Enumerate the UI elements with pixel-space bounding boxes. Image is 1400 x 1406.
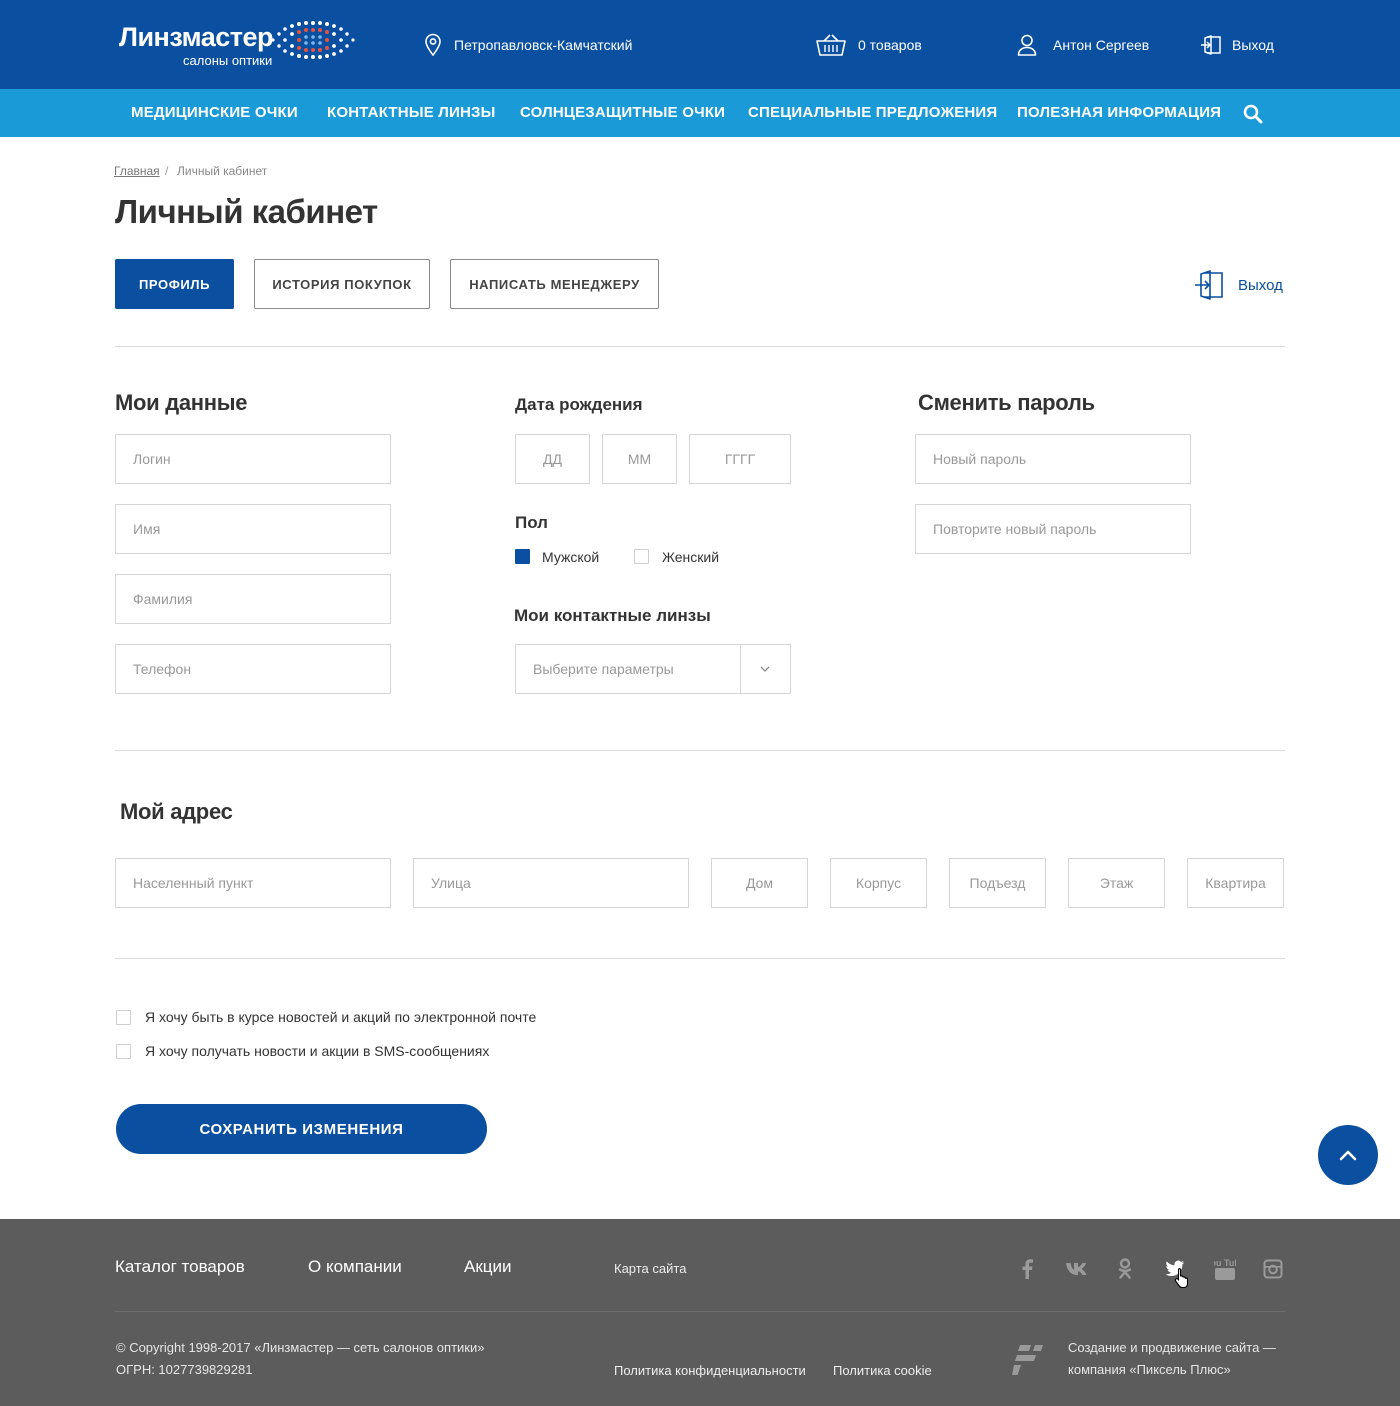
birth-year-input[interactable]: [689, 434, 791, 484]
lenses-params-select[interactable]: Выберите параметры: [515, 644, 791, 694]
footer-developer-line2[interactable]: компания «Пиксель Плюс»: [1068, 1359, 1231, 1381]
repeat-password-input[interactable]: [915, 504, 1191, 554]
logo[interactable]: Линзмастер салоны оптики: [119, 20, 364, 68]
nav-sunglasses[interactable]: СОЛНЦЕЗАЩИТНЫЕ ОЧКИ: [520, 89, 725, 137]
user-profile-link[interactable]: Антон Сергеев: [1017, 0, 1149, 89]
logo-name: Линзмастер: [119, 22, 273, 52]
nav-useful-info[interactable]: ПОЛЕЗНАЯ ИНФОРМАЦИЯ: [1017, 89, 1221, 137]
chevron-up-icon: [1339, 1150, 1357, 1161]
nav-special-offers[interactable]: СПЕЦИАЛЬНЫЕ ПРЕДЛОЖЕНИЯ: [748, 89, 997, 137]
svg-text:You Tube: You Tube: [1214, 1258, 1236, 1268]
address-floor-input[interactable]: [1068, 858, 1165, 908]
odnoklassniki-icon[interactable]: [1114, 1258, 1136, 1280]
divider: [115, 750, 1285, 751]
page-title: Личный кабинет: [115, 193, 378, 230]
birth-date-title: Дата рождения: [515, 395, 643, 414]
address-city-input[interactable]: [115, 858, 391, 908]
logo-subtitle: салоны оптики: [183, 53, 273, 68]
login-input[interactable]: [115, 434, 391, 484]
instagram-icon[interactable]: [1262, 1258, 1284, 1280]
cart-link[interactable]: 0 товаров: [816, 0, 922, 89]
save-changes-button[interactable]: СОХРАНИТЬ ИЗМЕНЕНИЯ: [116, 1104, 487, 1154]
footer-promo-link[interactable]: Акции: [464, 1257, 512, 1277]
sms-subscription-label[interactable]: Я хочу получать новости и акции в SMS-со…: [145, 1043, 489, 1059]
gender-title: Пол: [515, 513, 548, 532]
nav-medical-glasses[interactable]: МЕДИЦИНСКИЕ ОЧКИ: [131, 89, 298, 137]
gender-male-label[interactable]: Мужской: [542, 549, 599, 565]
phone-input[interactable]: [115, 644, 391, 694]
page-logout-link[interactable]: Выход: [1194, 268, 1283, 302]
new-password-input[interactable]: [915, 434, 1191, 484]
address-building-input[interactable]: [830, 858, 927, 908]
breadcrumb-home[interactable]: Главная: [114, 164, 160, 178]
address-street-input[interactable]: [413, 858, 689, 908]
header-logout-link[interactable]: Выход: [1200, 0, 1274, 89]
location-pin-icon: [425, 33, 441, 56]
footer-privacy-link[interactable]: Политика конфиденциальности: [614, 1363, 806, 1378]
divider: [115, 346, 1285, 347]
footer: Каталог товаров О компании Акции Карта с…: [0, 1219, 1400, 1406]
email-subscription-label[interactable]: Я хочу быть в курсе новостей и акций по …: [145, 1009, 536, 1025]
lenses-select-placeholder: Выберите параметры: [533, 661, 674, 677]
logout-icon: [1201, 34, 1221, 55]
select-separator: [740, 645, 741, 693]
gender-male-checkbox[interactable]: [515, 549, 530, 564]
logo-eye-icon: [271, 21, 355, 59]
page-logout-label: Выход: [1238, 276, 1283, 294]
city-name: Петропавловск-Камчатский: [454, 36, 633, 53]
breadcrumb-current: Личный кабинет: [177, 164, 268, 178]
search-icon[interactable]: [1243, 104, 1263, 124]
footer-cookie-link[interactable]: Политика cookie: [833, 1363, 932, 1378]
chevron-down-icon: [760, 666, 770, 672]
footer-divider: [115, 1311, 1285, 1312]
footer-catalog-link[interactable]: Каталог товаров: [115, 1257, 245, 1277]
change-password-title: Сменить пароль: [918, 390, 1095, 415]
tab-write-manager[interactable]: НАПИСАТЬ МЕНЕДЖЕРУ: [450, 259, 659, 309]
birth-month-input[interactable]: [602, 434, 677, 484]
gender-female-label[interactable]: Женский: [662, 549, 719, 565]
address-apartment-input[interactable]: [1187, 858, 1284, 908]
vk-icon[interactable]: [1065, 1258, 1091, 1280]
scroll-to-top-button[interactable]: [1318, 1125, 1378, 1185]
pixel-plus-logo-icon[interactable]: [1012, 1343, 1044, 1377]
logout-label: Выход: [1232, 36, 1274, 53]
email-subscription-checkbox[interactable]: [116, 1010, 131, 1025]
my-address-title: Мой адрес: [120, 799, 233, 824]
birth-day-input[interactable]: [515, 434, 590, 484]
footer-copyright: © Copyright 1998-2017 «Линзмастер — сеть…: [116, 1340, 485, 1355]
gender-female-checkbox[interactable]: [634, 549, 649, 564]
top-header: Линзмастер салоны оптики Петропавловск-К…: [0, 0, 1400, 89]
main-navigation: МЕДИЦИНСКИЕ ОЧКИ КОНТАКТНЫЕ ЛИНЗЫ СОЛНЦЕ…: [0, 89, 1400, 137]
breadcrumb-separator: /: [165, 164, 169, 178]
tab-profile[interactable]: ПРОФИЛЬ: [115, 259, 234, 309]
tab-purchase-history[interactable]: ИСТОРИЯ ПОКУПОК: [254, 259, 430, 309]
cart-count: 0 товаров: [858, 36, 922, 53]
sms-subscription-checkbox[interactable]: [116, 1044, 131, 1059]
user-name: Антон Сергеев: [1053, 36, 1150, 53]
name-input[interactable]: [115, 504, 391, 554]
footer-ogrn: ОГРН: 1027739829281: [116, 1362, 253, 1377]
hand-cursor-icon: [1174, 1267, 1189, 1289]
user-icon: [1017, 34, 1037, 56]
address-house-input[interactable]: [711, 858, 808, 908]
youtube-icon[interactable]: You Tube: [1214, 1258, 1236, 1280]
city-selector[interactable]: Петропавловск-Камчатский: [424, 0, 632, 89]
footer-about-link[interactable]: О компании: [308, 1257, 402, 1277]
divider: [115, 958, 1285, 959]
my-lenses-title: Мои контактные линзы: [514, 606, 711, 625]
basket-icon: [816, 33, 846, 56]
facebook-icon[interactable]: [1016, 1258, 1038, 1280]
footer-developer-line1[interactable]: Создание и продвижение сайта —: [1068, 1337, 1276, 1359]
footer-sitemap-link[interactable]: Карта сайта: [614, 1261, 686, 1276]
nav-contact-lenses[interactable]: КОНТАКТНЫЕ ЛИНЗЫ: [327, 89, 496, 137]
surname-input[interactable]: [115, 574, 391, 624]
my-data-title: Мои данные: [115, 390, 248, 415]
logout-icon: [1195, 270, 1223, 300]
address-entrance-input[interactable]: [949, 858, 1046, 908]
